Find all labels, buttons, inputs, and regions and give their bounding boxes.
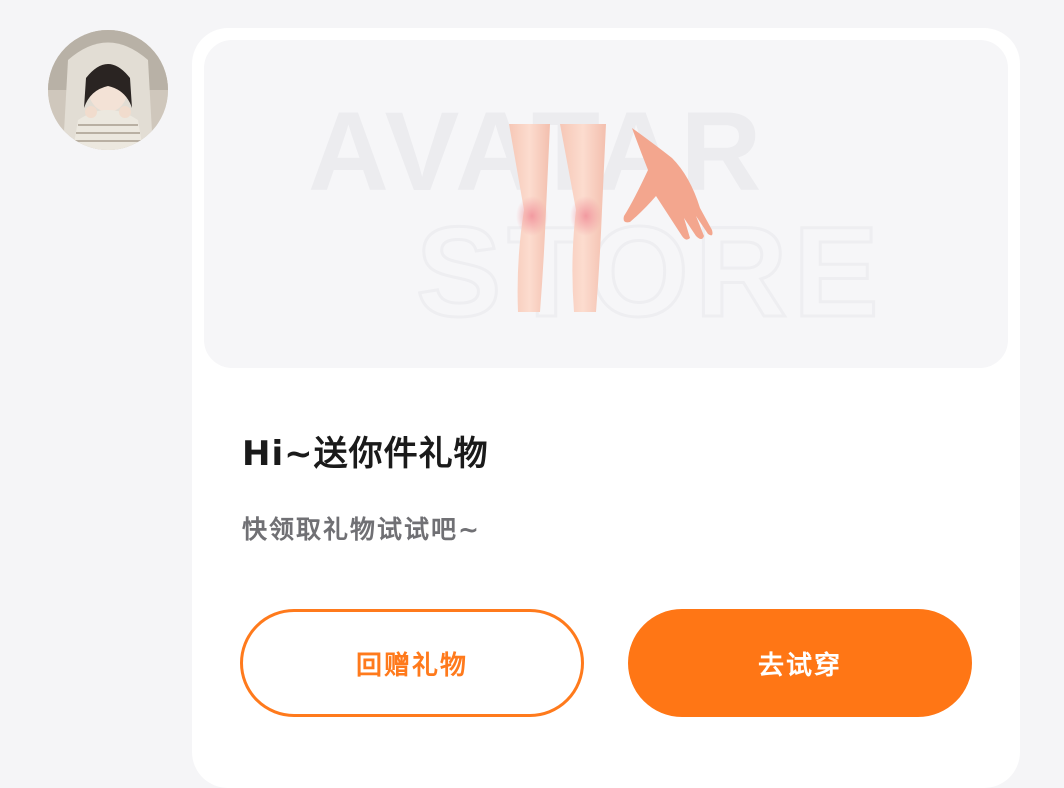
gift-message-card: AVATAR STORE Hi~送你件礼物 快领取礼物试试吧~ 回赠礼物 <box>192 28 1020 788</box>
return-gift-button[interactable]: 回赠礼物 <box>240 609 584 717</box>
sender-avatar[interactable] <box>48 30 168 150</box>
gift-title: Hi~送你件礼物 <box>242 434 489 474</box>
banner-watermark-line2: STORE <box>416 201 885 344</box>
gift-subtitle: 快领取礼物试试吧~ <box>242 515 481 544</box>
try-on-button[interactable]: 去试穿 <box>628 609 972 717</box>
gift-banner[interactable]: AVATAR STORE <box>204 40 1008 368</box>
user-avatar-photo-icon <box>48 30 168 150</box>
legs-and-hand-avatar-item-icon: AVATAR STORE <box>308 89 885 346</box>
